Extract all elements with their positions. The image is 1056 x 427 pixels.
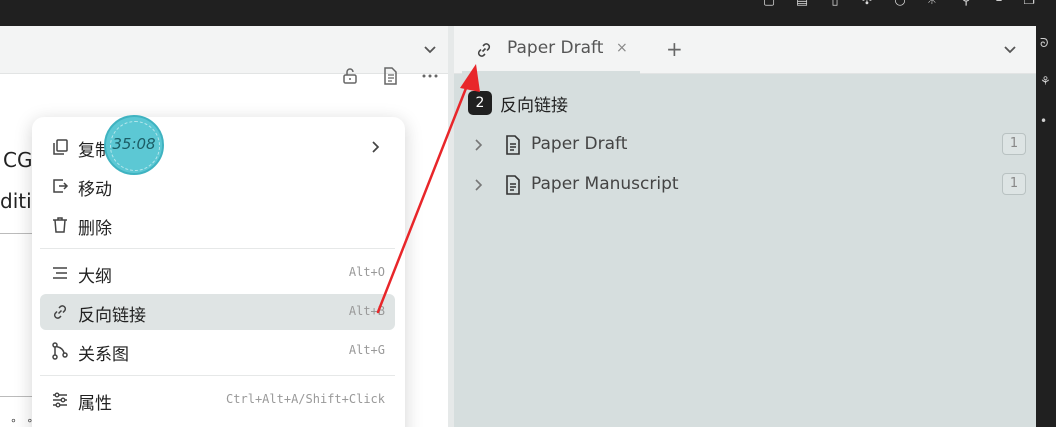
- move-icon: [53, 179, 69, 193]
- backlink-count: 1: [1002, 133, 1026, 155]
- backlinks-count-badge: 2: [468, 91, 492, 115]
- title-bar: ▢ ▤ ▯ ✣ ○ ☼ ⚲ – ❐: [0, 0, 1056, 26]
- backlinks-header: 2 反向链接: [468, 91, 568, 116]
- backlink-title: Paper Manuscript: [531, 174, 679, 194]
- menu-item-shortcut: Alt+G: [348, 343, 385, 357]
- backlinks-pane: [454, 26, 1036, 427]
- menu-item-shortcut: Alt+B: [348, 304, 385, 318]
- image-icon[interactable]: ▢: [760, 0, 778, 8]
- menu-item-label: 删除: [78, 219, 112, 239]
- menu-item-label: 移动: [78, 180, 112, 200]
- backlink-count: 1: [1002, 173, 1026, 195]
- backlink-item[interactable]: Paper Draft 1: [470, 133, 1026, 157]
- right-gutter: ᘐ ⚘ •: [1036, 26, 1056, 427]
- search-icon[interactable]: ○: [891, 0, 909, 8]
- more-icon[interactable]: [420, 66, 440, 86]
- menu-item-graph[interactable]: 关系图 Alt+G: [40, 333, 395, 369]
- chevron-down-icon[interactable]: [1000, 40, 1020, 60]
- copy-icon: [53, 139, 68, 155]
- tab-label: Paper Draft: [507, 38, 604, 58]
- trash-icon[interactable]: ▯: [826, 0, 844, 8]
- file-icon[interactable]: ▤: [793, 0, 811, 8]
- timer-widget[interactable]: 35:08: [104, 115, 164, 175]
- new-tab-button[interactable]: +: [666, 37, 683, 61]
- context-menu: 复制 移动 删除 大纲 Alt+O 反向链接 Alt+B 关系图 Alt+G 属…: [32, 117, 405, 427]
- trash-icon: [53, 217, 67, 233]
- menu-item-backlinks[interactable]: 反向链接 Alt+B: [40, 294, 395, 330]
- chevron-down-icon[interactable]: [420, 40, 440, 60]
- link-icon: [53, 305, 67, 319]
- backlink-title: Paper Draft: [531, 134, 628, 154]
- unlock-icon[interactable]: [340, 66, 360, 86]
- menu-item-move[interactable]: 移动: [40, 168, 395, 204]
- backlink-item[interactable]: Paper Manuscript 1: [470, 173, 1026, 197]
- menu-item-copy[interactable]: 复制: [40, 129, 395, 165]
- timer-value: 35:08: [112, 135, 156, 153]
- gutter-icon[interactable]: ᘐ: [1040, 36, 1054, 50]
- menu-item-label: 大纲: [78, 267, 112, 287]
- settings-sliders-icon[interactable]: ⚲: [957, 0, 975, 8]
- backlinks-tab-bar: Paper Draft × +: [454, 26, 1036, 74]
- menu-separator: [40, 248, 395, 249]
- tab-close-button[interactable]: ×: [616, 40, 628, 56]
- editor-text-line: CG: [3, 148, 33, 172]
- document-icon: [506, 135, 520, 155]
- backlinks-title: 反向链接: [500, 95, 568, 116]
- chevron-right-icon: [372, 141, 380, 153]
- document-icon[interactable]: [380, 66, 400, 86]
- chevron-right-icon[interactable]: [470, 137, 486, 153]
- gutter-icon[interactable]: ⚘: [1040, 74, 1054, 88]
- gutter-icon[interactable]: •: [1040, 114, 1054, 128]
- menu-item-label: 属性: [78, 394, 112, 414]
- document-icon: [506, 175, 520, 195]
- menu-item-shortcut: Alt+O: [348, 265, 385, 279]
- minimize-icon[interactable]: –: [990, 0, 1008, 8]
- puzzle-icon[interactable]: ✣: [858, 0, 876, 8]
- menu-item-delete[interactable]: 删除: [40, 207, 395, 243]
- menu-item-label: 关系图: [78, 345, 129, 365]
- sun-icon[interactable]: ☼: [923, 0, 941, 8]
- chevron-right-icon[interactable]: [470, 177, 486, 193]
- menu-item-label: 反向链接: [78, 306, 146, 326]
- outline-icon: [53, 267, 67, 279]
- restore-icon[interactable]: ❐: [1020, 0, 1038, 8]
- menu-item-properties[interactable]: 属性 Ctrl+Alt+A/Shift+Click: [40, 382, 395, 418]
- tab-paper-draft[interactable]: Paper Draft ×: [462, 26, 640, 74]
- menu-separator: [40, 375, 395, 376]
- link-icon: [477, 43, 491, 57]
- properties-icon: [53, 392, 67, 408]
- graph-icon: [52, 342, 68, 360]
- menu-item-shortcut: Ctrl+Alt+A/Shift+Click: [226, 392, 385, 406]
- menu-item-outline[interactable]: 大纲 Alt+O: [40, 255, 395, 291]
